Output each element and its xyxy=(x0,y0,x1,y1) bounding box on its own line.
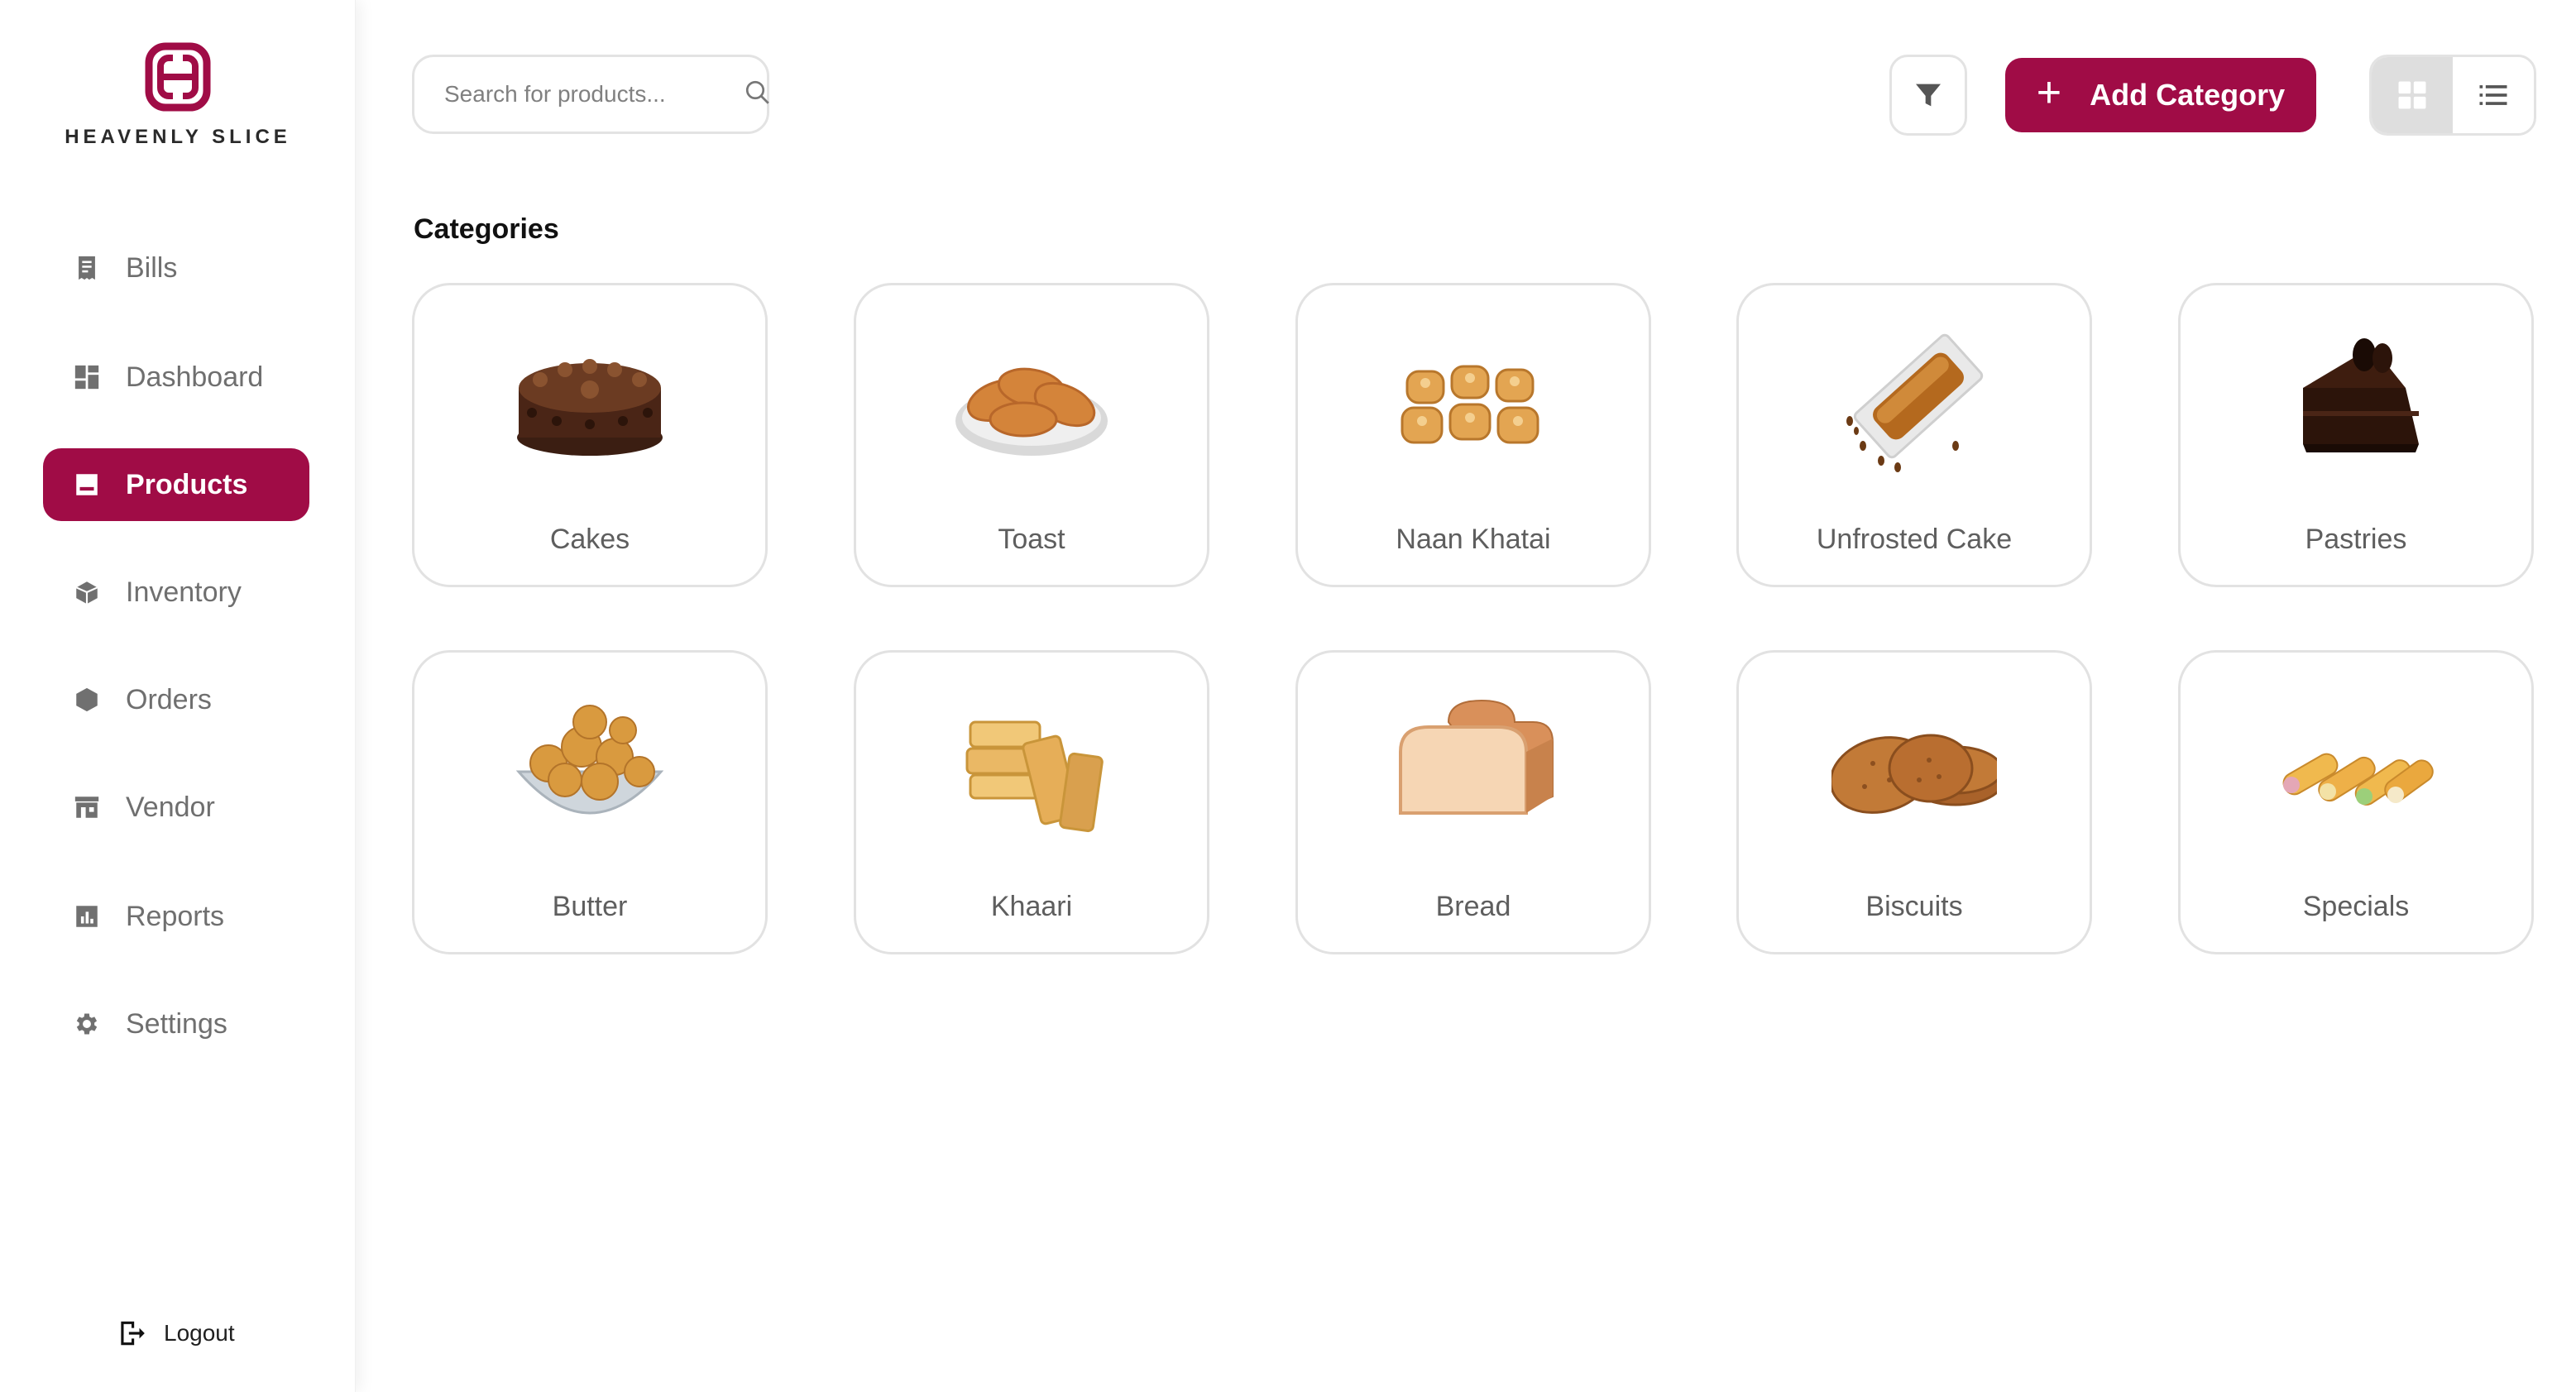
category-card-toast[interactable]: Toast xyxy=(854,283,1209,587)
category-label: Specials xyxy=(2302,891,2410,922)
sidebar-item-label: Vendor xyxy=(126,791,215,823)
store-icon xyxy=(73,793,101,821)
search-box xyxy=(412,55,769,134)
brand-name: HEAVENLY SLICE xyxy=(65,126,291,148)
logo-mark-icon xyxy=(145,42,211,112)
category-label: Pastries xyxy=(2305,524,2407,555)
category-label: Butter xyxy=(552,891,628,922)
bread-image xyxy=(1399,699,1554,815)
sidebar-item-settings[interactable]: Settings xyxy=(43,988,309,1060)
sidebar-item-label: Dashboard xyxy=(126,361,264,393)
add-category-button[interactable]: + Add Category xyxy=(2005,58,2316,132)
search-icon[interactable] xyxy=(743,78,773,112)
category-card-biscuits[interactable]: Biscuits xyxy=(1736,650,2092,954)
category-card-khaari[interactable]: Khaari xyxy=(854,650,1209,954)
category-label: Bread xyxy=(1435,891,1511,922)
sidebar-item-label: Products xyxy=(126,468,248,500)
butter-image xyxy=(515,705,664,815)
sidebar-item-dashboard[interactable]: Dashboard xyxy=(43,341,309,414)
logout-icon xyxy=(121,1321,145,1346)
category-label: Cakes xyxy=(549,524,630,555)
list-icon xyxy=(2479,85,2507,105)
plus-icon: + xyxy=(2036,69,2062,117)
sidebar-item-reports[interactable]: Reports xyxy=(43,880,309,953)
sidebar: HEAVENLY SLICE Bills Dashboard Products xyxy=(0,0,356,1392)
sidebar-item-orders[interactable]: Orders xyxy=(43,663,309,736)
category-card-butter[interactable]: Butter xyxy=(412,650,768,954)
specials-image xyxy=(2282,753,2434,806)
logout-label: Logout xyxy=(164,1320,235,1346)
pastry-image xyxy=(2303,338,2419,452)
sidebar-item-label: Reports xyxy=(126,900,225,932)
sidebar-item-label: Settings xyxy=(126,1007,227,1040)
sidebar-item-bills[interactable]: Bills xyxy=(43,232,309,304)
category-card-bread[interactable]: Bread xyxy=(1295,650,1651,954)
category-label: Toast xyxy=(998,524,1065,555)
grid-icon xyxy=(2398,81,2426,109)
category-label: Khaari xyxy=(990,891,1073,922)
add-category-label: Add Category xyxy=(2090,78,2286,112)
khaari-image xyxy=(965,720,1104,833)
dashboard-icon xyxy=(73,363,101,391)
category-card-naan-khatai[interactable]: Naan Khatai xyxy=(1295,283,1651,587)
sidebar-item-label: Inventory xyxy=(126,576,242,608)
view-toggle xyxy=(2369,55,2536,136)
grid-view-toggle[interactable] xyxy=(2372,57,2453,133)
sidebar-item-label: Orders xyxy=(126,683,212,715)
category-card-specials[interactable]: Specials xyxy=(2178,650,2534,954)
orders-icon xyxy=(73,686,101,714)
sidebar-item-inventory[interactable]: Inventory xyxy=(43,556,309,629)
list-view-toggle[interactable] xyxy=(2453,57,2534,133)
category-label: Biscuits xyxy=(1865,891,1963,922)
receipt-icon xyxy=(73,254,101,282)
toast-image xyxy=(955,367,1108,456)
app-root: HEAVENLY SLICE Bills Dashboard Products xyxy=(0,0,2576,1392)
filter-button[interactable] xyxy=(1889,55,1967,136)
sidebar-item-products[interactable]: Products xyxy=(43,448,309,521)
sidebar-item-label: Bills xyxy=(126,251,178,284)
cake-image xyxy=(517,359,663,456)
unfrosted-cake-image xyxy=(1846,333,1984,472)
filter-icon xyxy=(1916,84,1941,107)
naan-khatai-image xyxy=(1401,365,1539,444)
biscuits-image xyxy=(1831,734,1997,814)
brand-logo[interactable]: HEAVENLY SLICE xyxy=(0,40,356,149)
sidebar-item-vendor[interactable]: Vendor xyxy=(43,771,309,844)
category-label: Unfrosted Cake xyxy=(1816,524,2013,555)
search-input[interactable] xyxy=(444,81,743,108)
gear-icon xyxy=(73,1010,101,1038)
inventory-icon xyxy=(73,578,101,606)
products-icon xyxy=(73,471,101,499)
bar-chart-icon xyxy=(73,902,101,930)
category-card-pastries[interactable]: Pastries xyxy=(2178,283,2534,587)
category-card-cakes[interactable]: Cakes xyxy=(412,283,768,587)
category-label: Naan Khatai xyxy=(1396,524,1551,555)
category-card-unfrosted-cake[interactable]: Unfrosted Cake xyxy=(1736,283,2092,587)
logout-button[interactable]: Logout xyxy=(116,1313,235,1353)
section-title: Categories xyxy=(414,213,559,245)
